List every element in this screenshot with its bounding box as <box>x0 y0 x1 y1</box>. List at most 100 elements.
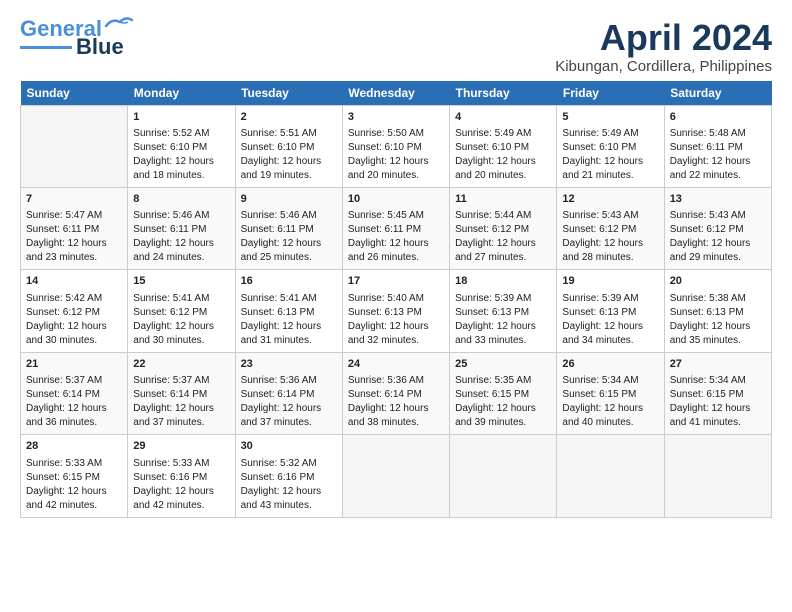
cell-text: Daylight: 12 hours <box>455 155 551 169</box>
calendar-cell: 7Sunrise: 5:47 AMSunset: 6:11 PMDaylight… <box>21 187 128 269</box>
cell-text: Daylight: 12 hours <box>562 237 658 251</box>
day-number: 26 <box>562 357 658 372</box>
cell-text: Sunrise: 5:40 AM <box>348 292 444 306</box>
cell-text: Sunrise: 5:37 AM <box>133 374 229 388</box>
calendar-cell: 20Sunrise: 5:38 AMSunset: 6:13 PMDayligh… <box>664 270 771 352</box>
cell-text: Sunrise: 5:35 AM <box>455 374 551 388</box>
cell-text: Sunset: 6:11 PM <box>670 141 766 155</box>
cell-text: Sunrise: 5:51 AM <box>241 127 337 141</box>
cell-text: and 22 minutes. <box>670 169 766 183</box>
title-block: April 2024 Kibungan, Cordillera, Philipp… <box>555 18 772 75</box>
calendar-title: April 2024 <box>555 18 772 58</box>
cell-text: Sunrise: 5:37 AM <box>26 374 122 388</box>
cell-text: and 24 minutes. <box>133 251 229 265</box>
cell-text: Sunrise: 5:41 AM <box>241 292 337 306</box>
calendar-cell: 9Sunrise: 5:46 AMSunset: 6:11 PMDaylight… <box>235 187 342 269</box>
cell-text: Sunrise: 5:44 AM <box>455 209 551 223</box>
calendar-cell: 25Sunrise: 5:35 AMSunset: 6:15 PMDayligh… <box>450 352 557 434</box>
cell-text: Sunrise: 5:33 AM <box>133 457 229 471</box>
calendar-cell: 3 Sunrise: 5:50 AMSunset: 6:10 PMDaylight… <box>342 105 449 187</box>
cell-text: Sunset: 6:13 PM <box>348 306 444 320</box>
day-number: 5 <box>562 110 658 125</box>
cell-text: Daylight: 12 hours <box>26 402 122 416</box>
cell-text: and 33 minutes. <box>455 334 551 348</box>
header-saturday: Saturday <box>664 81 771 106</box>
cell-text: and 25 minutes. <box>241 251 337 265</box>
cell-text: Sunrise: 5:32 AM <box>241 457 337 471</box>
cell-text: and 34 minutes. <box>562 334 658 348</box>
day-number: 22 <box>133 357 229 372</box>
cell-text: Sunset: 6:11 PM <box>348 223 444 237</box>
cell-text: Sunset: 6:10 PM <box>455 141 551 155</box>
header-thursday: Thursday <box>450 81 557 106</box>
cell-text: Sunrise: 5:41 AM <box>133 292 229 306</box>
calendar-cell: 16Sunrise: 5:41 AMSunset: 6:13 PMDayligh… <box>235 270 342 352</box>
day-number: 7 <box>26 192 122 207</box>
calendar-cell <box>342 435 449 517</box>
cell-text: Daylight: 12 hours <box>133 237 229 251</box>
cell-text: Daylight: 12 hours <box>348 402 444 416</box>
day-number: 13 <box>670 192 766 207</box>
cell-text: Daylight: 12 hours <box>241 485 337 499</box>
day-number: 29 <box>133 439 229 454</box>
cell-text: Daylight: 12 hours <box>133 485 229 499</box>
cell-text: Daylight: 12 hours <box>241 237 337 251</box>
logo-bird-icon <box>104 16 134 34</box>
cell-text: Sunset: 6:12 PM <box>670 223 766 237</box>
cell-text: Sunset: 6:10 PM <box>133 141 229 155</box>
cell-text: Sunrise: 5:38 AM <box>670 292 766 306</box>
cell-text: Sunrise: 5:46 AM <box>241 209 337 223</box>
cell-text: and 29 minutes. <box>670 251 766 265</box>
cell-text: Sunrise: 5:50 AM <box>348 127 444 141</box>
cell-text: Sunset: 6:14 PM <box>133 388 229 402</box>
cell-text: Daylight: 12 hours <box>670 320 766 334</box>
day-number: 3 <box>348 110 444 125</box>
day-number: 27 <box>670 357 766 372</box>
cell-text: and 38 minutes. <box>348 416 444 430</box>
day-number: 15 <box>133 274 229 289</box>
cell-text: Sunset: 6:10 PM <box>348 141 444 155</box>
cell-text: and 30 minutes. <box>133 334 229 348</box>
cell-text: Daylight: 12 hours <box>133 320 229 334</box>
day-number: 19 <box>562 274 658 289</box>
day-number: 16 <box>241 274 337 289</box>
cell-text: Sunrise: 5:52 AM <box>133 127 229 141</box>
calendar-cell: 12Sunrise: 5:43 AMSunset: 6:12 PMDayligh… <box>557 187 664 269</box>
cell-text: and 26 minutes. <box>348 251 444 265</box>
cell-text: Sunset: 6:15 PM <box>670 388 766 402</box>
cell-text: Sunset: 6:13 PM <box>455 306 551 320</box>
day-number: 30 <box>241 439 337 454</box>
header-monday: Monday <box>128 81 235 106</box>
calendar-cell <box>450 435 557 517</box>
cell-text: Daylight: 12 hours <box>670 237 766 251</box>
calendar-cell: 5Sunrise: 5:49 AMSunset: 6:10 PMDaylight… <box>557 105 664 187</box>
cell-text: Daylight: 12 hours <box>348 155 444 169</box>
day-number: 24 <box>348 357 444 372</box>
calendar-cell: 23Sunrise: 5:36 AMSunset: 6:14 PMDayligh… <box>235 352 342 434</box>
cell-text: Daylight: 12 hours <box>241 402 337 416</box>
header-tuesday: Tuesday <box>235 81 342 106</box>
cell-text: Daylight: 12 hours <box>241 320 337 334</box>
cell-text: Sunset: 6:12 PM <box>133 306 229 320</box>
cell-text: Sunset: 6:16 PM <box>241 471 337 485</box>
calendar-header-row: SundayMondayTuesdayWednesdayThursdayFrid… <box>21 81 772 106</box>
calendar-cell: 8Sunrise: 5:46 AMSunset: 6:11 PMDaylight… <box>128 187 235 269</box>
cell-text: Sunset: 6:16 PM <box>133 471 229 485</box>
cell-text: Sunset: 6:12 PM <box>26 306 122 320</box>
calendar-cell: 10Sunrise: 5:45 AMSunset: 6:11 PMDayligh… <box>342 187 449 269</box>
cell-text: Sunset: 6:11 PM <box>241 223 337 237</box>
cell-text: and 20 minutes. <box>348 169 444 183</box>
calendar-cell: 2Sunrise: 5:51 AMSunset: 6:10 PMDaylight… <box>235 105 342 187</box>
day-number: 25 <box>455 357 551 372</box>
cell-text: Sunset: 6:10 PM <box>562 141 658 155</box>
cell-text: and 18 minutes. <box>133 169 229 183</box>
calendar-cell: 30 Sunrise: 5:32 AMSunset: 6:16 PMDayligh… <box>235 435 342 517</box>
cell-text: Daylight: 12 hours <box>670 402 766 416</box>
cell-text: and 42 minutes. <box>133 499 229 513</box>
cell-text: and 32 minutes. <box>348 334 444 348</box>
cell-text: and 42 minutes. <box>26 499 122 513</box>
day-number: 12 <box>562 192 658 207</box>
cell-text: Sunrise: 5:42 AM <box>26 292 122 306</box>
cell-text: and 41 minutes. <box>670 416 766 430</box>
cell-text: and 21 minutes. <box>562 169 658 183</box>
